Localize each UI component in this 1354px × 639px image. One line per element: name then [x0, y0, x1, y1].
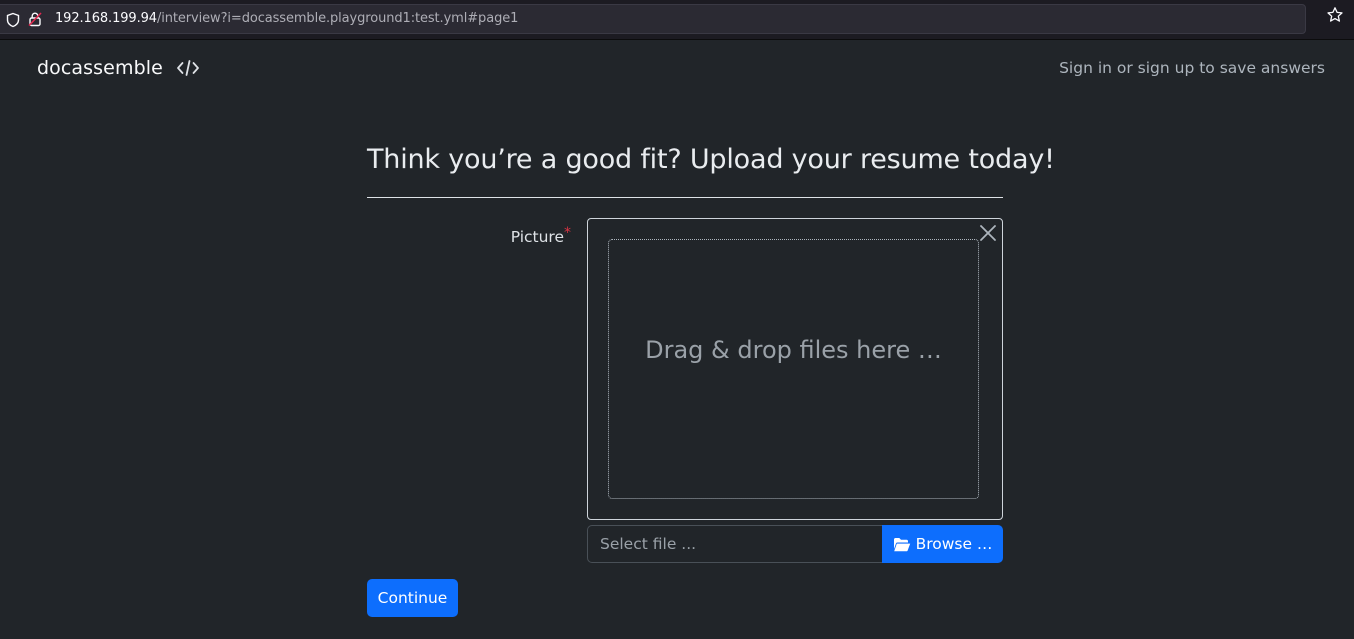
close-icon[interactable]: [978, 223, 998, 243]
field-label-picture: Picture: [510, 228, 564, 246]
browse-button[interactable]: Browse …: [882, 525, 1003, 563]
address-bar[interactable]: 192.168.199.94/interview?i=docassemble.p…: [0, 4, 1306, 34]
required-marker: *: [564, 225, 571, 241]
question-title: Think you’re a good fit? Upload your res…: [367, 144, 1055, 175]
url-path: /interview?i=docassemble.playground1:tes…: [156, 11, 519, 26]
star-icon[interactable]: [1326, 6, 1344, 24]
title-divider: [367, 197, 1003, 198]
browser-toolbar: 192.168.199.94/interview?i=docassemble.p…: [0, 0, 1354, 40]
toolbar-divider: [0, 39, 1354, 40]
folder-open-icon: [893, 537, 910, 551]
signin-link[interactable]: Sign in or sign up to save answers: [1059, 59, 1325, 77]
browse-button-label: Browse …: [915, 535, 993, 553]
file-select-placeholder: Select file ...: [600, 535, 697, 553]
file-select-input[interactable]: Select file ...: [587, 525, 883, 563]
shield-icon[interactable]: [5, 12, 21, 28]
lock-icon[interactable]: [27, 11, 43, 27]
url-text[interactable]: 192.168.199.94/interview?i=docassemble.p…: [55, 11, 518, 26]
continue-button[interactable]: Continue: [367, 579, 458, 617]
url-host: 192.168.199.94: [55, 11, 157, 26]
brand-title[interactable]: docassemble: [37, 57, 163, 79]
code-icon[interactable]: [176, 58, 200, 78]
file-drop-zone[interactable]: Drag & drop files here …: [587, 218, 1003, 520]
drop-zone-text: Drag & drop files here …: [645, 336, 942, 364]
drop-area[interactable]: Drag & drop files here …: [608, 239, 979, 499]
